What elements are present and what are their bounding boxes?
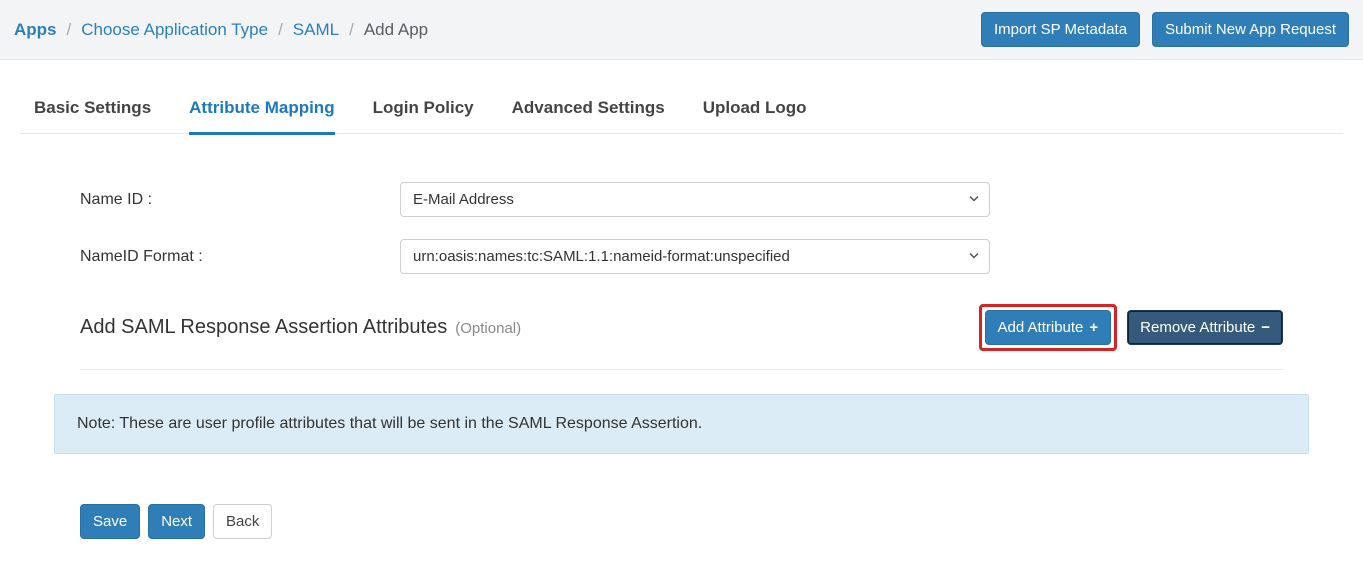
nameid-label: Name ID :	[80, 191, 400, 209]
form-area: Name ID : E-Mail Address NameID Format :…	[20, 182, 1343, 539]
breadcrumb-saml[interactable]: SAML	[293, 20, 339, 40]
content: Basic Settings Attribute Mapping Login P…	[0, 60, 1363, 569]
nameid-format-select-wrap: urn:oasis:names:tc:SAML:1.1:nameid-forma…	[400, 239, 990, 274]
breadcrumb-separator: /	[349, 20, 354, 40]
nameid-format-label: NameID Format :	[80, 248, 400, 266]
breadcrumb-separator: /	[67, 20, 72, 40]
nameid-select-wrap: E-Mail Address	[400, 182, 990, 217]
add-attribute-button[interactable]: Add Attribute +	[985, 310, 1112, 345]
breadcrumb-separator: /	[278, 20, 283, 40]
breadcrumb-choose-type[interactable]: Choose Application Type	[81, 20, 268, 40]
topbar: Apps / Choose Application Type / SAML / …	[0, 0, 1363, 60]
nameid-row: Name ID : E-Mail Address	[80, 182, 1283, 217]
section-optional-text: (Optional)	[455, 320, 521, 337]
nameid-format-select[interactable]: urn:oasis:names:tc:SAML:1.1:nameid-forma…	[400, 239, 990, 274]
tabs: Basic Settings Attribute Mapping Login P…	[20, 90, 1343, 134]
remove-attribute-button[interactable]: Remove Attribute −	[1127, 310, 1283, 345]
highlight-box: Add Attribute +	[979, 304, 1118, 351]
footer-actions: Save Next Back	[80, 504, 1283, 539]
breadcrumb: Apps / Choose Application Type / SAML / …	[14, 20, 428, 40]
note-text: Note: These are user profile attributes …	[77, 415, 702, 432]
add-attribute-label: Add Attribute	[998, 319, 1084, 336]
tab-upload-logo[interactable]: Upload Logo	[703, 90, 807, 135]
tab-login-policy[interactable]: Login Policy	[373, 90, 474, 135]
back-button[interactable]: Back	[213, 504, 272, 539]
nameid-format-row: NameID Format : urn:oasis:names:tc:SAML:…	[80, 239, 1283, 274]
attribute-actions: Add Attribute + Remove Attribute −	[979, 304, 1284, 351]
note-box: Note: These are user profile attributes …	[54, 394, 1309, 454]
tab-basic-settings[interactable]: Basic Settings	[34, 90, 151, 135]
tab-attribute-mapping[interactable]: Attribute Mapping	[189, 90, 334, 135]
minus-icon: −	[1261, 320, 1270, 335]
section-title-text: Add SAML Response Assertion Attributes	[80, 316, 447, 339]
tab-advanced-settings[interactable]: Advanced Settings	[512, 90, 665, 135]
assertion-attributes-title: Add SAML Response Assertion Attributes (…	[80, 316, 521, 339]
nameid-select[interactable]: E-Mail Address	[400, 182, 990, 217]
next-button[interactable]: Next	[148, 504, 205, 539]
assertion-attributes-section: Add SAML Response Assertion Attributes (…	[80, 304, 1283, 351]
save-button[interactable]: Save	[80, 504, 140, 539]
remove-attribute-label: Remove Attribute	[1140, 319, 1255, 336]
breadcrumb-apps[interactable]: Apps	[14, 20, 57, 40]
breadcrumb-current: Add App	[364, 20, 428, 40]
divider	[80, 369, 1283, 370]
submit-new-app-request-button[interactable]: Submit New App Request	[1152, 12, 1349, 47]
topbar-actions: Import SP Metadata Submit New App Reques…	[981, 12, 1349, 47]
plus-icon: +	[1089, 320, 1098, 335]
import-sp-metadata-button[interactable]: Import SP Metadata	[981, 12, 1140, 47]
